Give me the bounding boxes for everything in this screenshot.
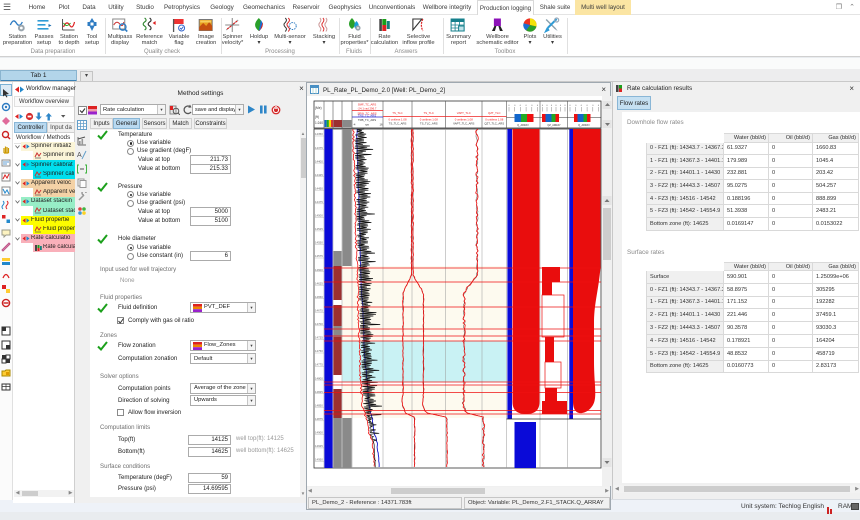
svg-text:14550: 14550 xyxy=(315,241,323,245)
svg-text:14375: 14375 xyxy=(315,146,323,150)
svg-text:14750: 14750 xyxy=(315,349,323,353)
svg-text:TS_TLC_ARS: TS_TLC_ARS xyxy=(420,122,438,126)
svg-text:14500: 14500 xyxy=(315,214,323,218)
svg-text:-24.1 rad 296.7: -24.1 rad 296.7 xyxy=(358,107,377,111)
svg-text:14925: 14925 xyxy=(315,444,323,448)
svg-text:14800: 14800 xyxy=(315,376,323,380)
svg-text:14725: 14725 xyxy=(315,336,323,340)
svg-text:VAPT_TLC: VAPT_TLC xyxy=(457,111,471,115)
svg-text:Q_ARRAY: Q_ARRAY xyxy=(517,124,529,127)
svg-text:Q_ARRAY: Q_ARRAY xyxy=(578,124,590,127)
svg-text:rps: rps xyxy=(365,123,369,127)
svg-text:16: 16 xyxy=(379,123,383,127)
svg-text:QZ_ARRAY: QZ_ARRAY xyxy=(547,124,561,127)
svg-text:TS_TLC_ARS: TS_TLC_ARS xyxy=(389,122,407,126)
svg-text:14625: 14625 xyxy=(315,281,323,285)
svg-text:14600: 14600 xyxy=(315,268,323,272)
svg-text:14950: 14950 xyxy=(315,458,323,462)
svg-text:14400: 14400 xyxy=(315,159,323,163)
svg-text:14875: 14875 xyxy=(315,417,323,421)
svg-text:QZT_TLC_ARS: QZT_TLC_ARS xyxy=(484,122,504,126)
svg-text:14675: 14675 xyxy=(315,309,323,313)
svg-text:VAPT_TLC_ARS: VAPT_TLC_ARS xyxy=(453,122,474,126)
svg-text:14450: 14450 xyxy=(315,186,323,190)
svg-text:(ft): (ft) xyxy=(315,115,319,119)
svg-text:1:240: 1:240 xyxy=(315,121,323,125)
svg-text:TS_TLC: TS_TLC xyxy=(424,111,434,115)
svg-text:14850: 14850 xyxy=(315,403,323,407)
svg-text:TRS_TC_ARS: TRS_TC_ARS xyxy=(358,113,376,117)
svg-text:TS_TLC: TS_TLC xyxy=(392,111,402,115)
svg-text:14650: 14650 xyxy=(315,295,323,299)
svg-text:14425: 14425 xyxy=(315,173,323,177)
svg-text:14825: 14825 xyxy=(315,390,323,394)
svg-text:A: A xyxy=(77,152,82,159)
svg-text:14475: 14475 xyxy=(315,200,323,204)
svg-text:14900: 14900 xyxy=(315,431,323,435)
svg-text:TRB_TC_ARS: TRB_TC_ARS xyxy=(358,118,376,122)
svg-text:(Me): (Me) xyxy=(315,106,322,110)
svg-text:-4: -4 xyxy=(353,123,356,127)
svg-text:14700: 14700 xyxy=(315,322,323,326)
svg-text:14525: 14525 xyxy=(315,227,323,231)
svg-text:14575: 14575 xyxy=(315,254,323,258)
svg-text:QZT_TLC: QZT_TLC xyxy=(488,111,500,115)
svg-text:14350: 14350 xyxy=(315,132,323,136)
svg-text:14775: 14775 xyxy=(315,363,323,367)
